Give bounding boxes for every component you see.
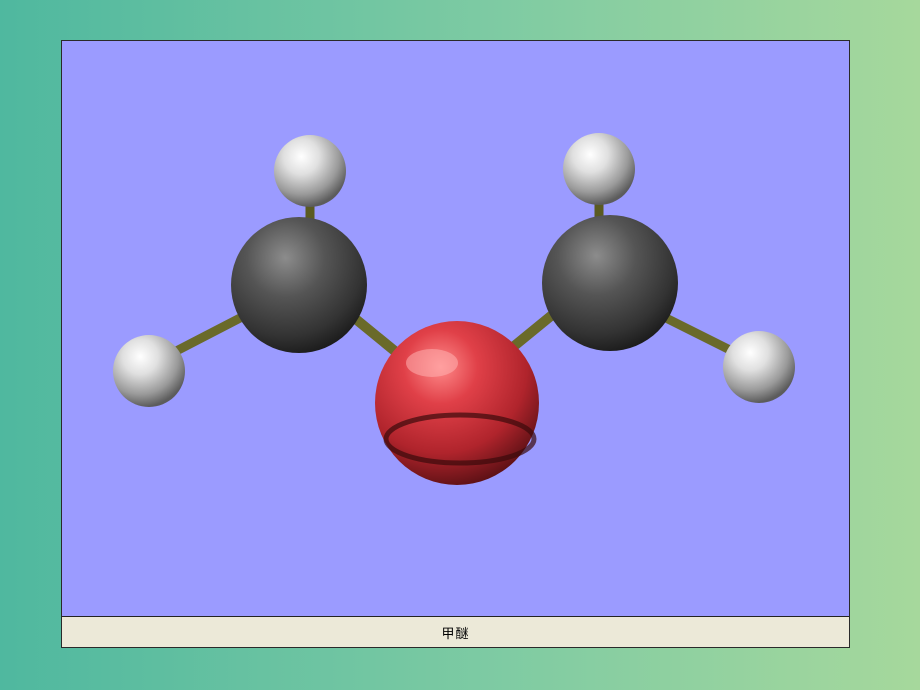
hydrogen-left-outer [113,335,185,407]
atoms [113,133,795,485]
molecule-viewport[interactable] [62,41,849,616]
caption-bar: 甲醚 [62,616,849,647]
oxygen-center [375,321,539,485]
viewer-window: 甲醚 [61,40,850,648]
carbon-right [542,215,678,351]
oxygen-highlight [406,349,458,377]
molecule-canvas [113,133,795,485]
hydrogen-right-outer [723,331,795,403]
hydrogen-right-top [563,133,635,205]
molecule-name-label: 甲醚 [441,626,470,642]
carbon-left [231,217,367,353]
hydrogen-left-top [274,135,346,207]
